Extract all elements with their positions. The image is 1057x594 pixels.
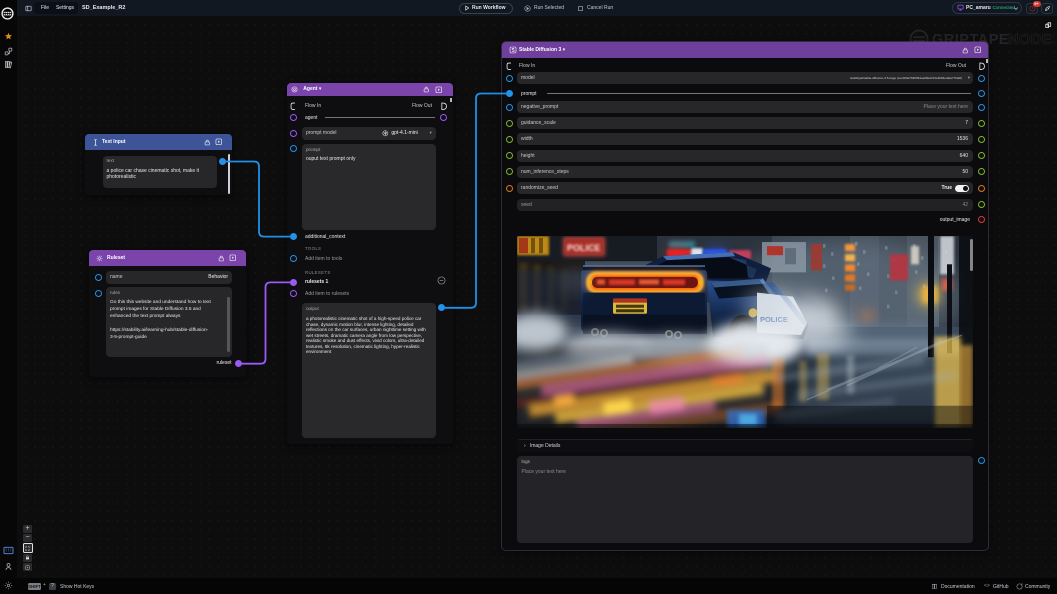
svg-text:POLICE: POLICE bbox=[567, 243, 600, 253]
svg-text:NODES: NODES bbox=[1008, 32, 1053, 48]
